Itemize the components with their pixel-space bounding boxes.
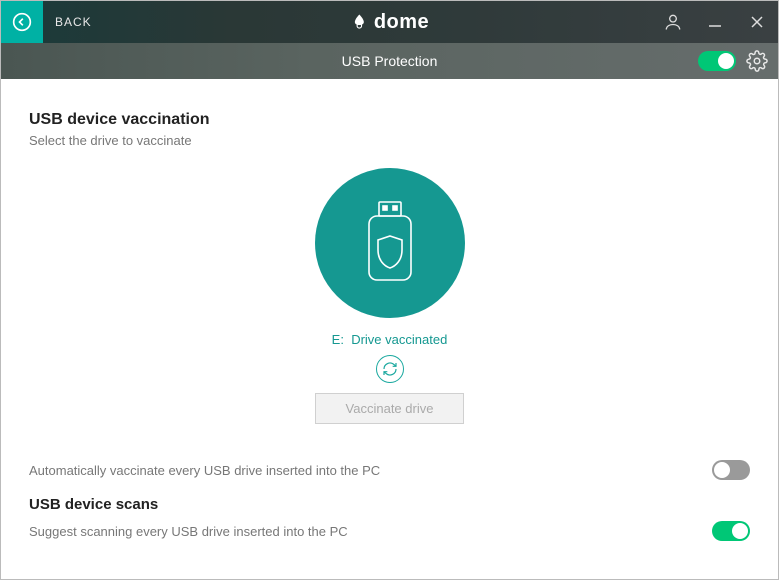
auto-vaccinate-toggle[interactable] [712,460,750,480]
refresh-button[interactable] [376,355,404,383]
drive-selector: E: Drive vaccinated Vaccinate drive [29,168,750,424]
vaccination-title: USB device vaccination [29,111,750,129]
options-list: Automatically vaccinate every USB drive … [29,452,750,549]
back-label: BACK [55,15,92,29]
chevron-left-icon [12,12,32,32]
page-title: USB Protection [342,53,438,69]
suggest-scan-label: Suggest scanning every USB drive inserte… [29,524,348,539]
vaccination-subtitle: Select the drive to vaccinate [29,133,750,148]
content-area: USB device vaccination Select the drive … [1,79,778,579]
suggest-scan-row: Suggest scanning every USB drive inserte… [29,513,750,549]
refresh-icon [382,361,398,377]
vaccinate-button[interactable]: Vaccinate drive [315,393,465,424]
drive-status-text: Drive vaccinated [351,332,447,347]
close-icon [750,15,764,29]
auto-vaccinate-row: Automatically vaccinate every USB drive … [29,452,750,488]
account-button[interactable] [652,1,694,43]
sub-header-controls [698,50,768,72]
sub-header: USB Protection [1,43,778,79]
person-icon [663,12,683,32]
auto-vaccinate-label: Automatically vaccinate every USB drive … [29,463,380,478]
settings-button[interactable] [746,50,768,72]
brand-logo-icon [350,13,368,31]
usb-shield-icon [355,198,425,288]
back-button[interactable] [1,1,43,43]
brand-text: dome [374,11,429,34]
drive-letter: E: [332,332,344,347]
minimize-button[interactable] [694,1,736,43]
drive-status: E: Drive vaccinated [332,332,448,347]
app-window: BACK dome USB Protection [0,0,779,580]
close-button[interactable] [736,1,778,43]
minimize-icon [708,15,722,29]
protection-toggle[interactable] [698,51,736,71]
suggest-scan-toggle[interactable] [712,521,750,541]
title-bar: BACK dome [1,1,778,43]
brand: dome [350,11,429,34]
title-controls [652,1,778,43]
scans-title: USB device scans [29,496,750,513]
usb-drive-graphic[interactable] [315,168,465,318]
